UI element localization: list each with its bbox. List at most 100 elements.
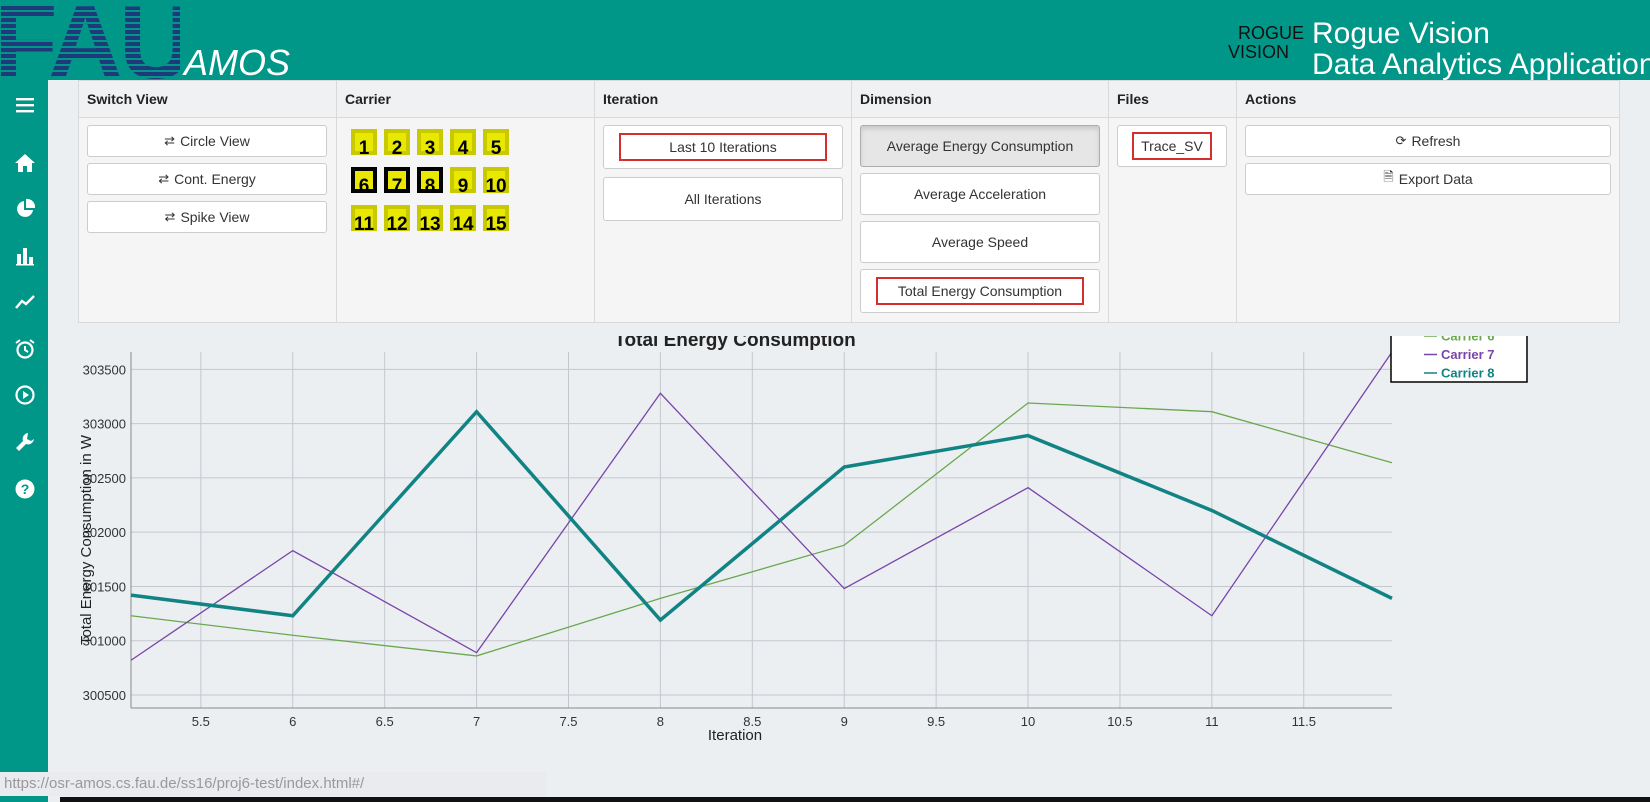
- rv-logo-top: ROGUE: [1238, 23, 1304, 43]
- carrier-label: 4: [457, 138, 469, 159]
- carrier-4-toggle[interactable]: 4: [450, 129, 476, 159]
- rogue-vision-logo: ROGUE VISION: [1228, 23, 1304, 62]
- bottom-bar: [60, 797, 1650, 802]
- series-line-carrier-6: [130, 402, 1393, 657]
- carrier-column: Carrier 1 2 3 4 5 6 7 8 9 10 11 12 13 14 15: [337, 81, 595, 322]
- y-tick-label: 300500: [83, 688, 126, 703]
- swap-icon: ⇄: [164, 209, 176, 224]
- carrier-8-toggle[interactable]: 8: [417, 167, 443, 197]
- y-tick-label: 303500: [83, 362, 126, 377]
- app-title-line1: Rogue Vision: [1312, 17, 1490, 50]
- actions-column: Actions ⟳ Refresh 🗎 Export Data: [1237, 81, 1619, 322]
- wrench-icon[interactable]: [12, 429, 38, 455]
- x-tick-label: 7.5: [559, 714, 577, 729]
- total-energy-consumption-button[interactable]: Total Energy Consumption: [860, 269, 1100, 313]
- carrier-15-toggle[interactable]: 15: [483, 205, 509, 235]
- carrier-1-toggle[interactable]: 1: [351, 129, 377, 159]
- y-axis-label: Total Energy Consumption in W: [78, 434, 95, 645]
- carrier-9-toggle[interactable]: 9: [450, 167, 476, 197]
- chart-title: Total Energy Consumption: [614, 336, 855, 351]
- actions-heading: Actions: [1237, 81, 1619, 118]
- legend-label: Carrier 7: [1441, 347, 1494, 362]
- series-line-carrier-8: [130, 409, 1393, 623]
- rv-logo-bottom: VISION: [1228, 42, 1289, 62]
- carrier-label: 1: [358, 138, 370, 159]
- home-icon[interactable]: [12, 150, 38, 176]
- help-icon[interactable]: ?: [12, 476, 38, 502]
- x-tick-label: 9: [841, 714, 848, 729]
- files-column: Files Trace_SV: [1109, 81, 1237, 322]
- refresh-button[interactable]: ⟳ Refresh: [1245, 125, 1611, 157]
- circle-view-button[interactable]: ⇄ Circle View: [87, 125, 327, 157]
- dimension-column: Dimension Average Energy Consumption Ave…: [852, 81, 1109, 322]
- all-iterations-button[interactable]: All Iterations: [603, 177, 843, 221]
- legend-label: Carrier 8: [1441, 366, 1494, 381]
- dimension-heading: Dimension: [852, 81, 1108, 118]
- carrier-label: 8: [424, 176, 436, 197]
- switch-view-heading: Switch View: [79, 81, 336, 118]
- last-10-iterations-button[interactable]: Last 10 Iterations: [603, 125, 843, 169]
- pie-chart-icon[interactable]: [12, 196, 38, 222]
- carrier-label: 11: [353, 214, 375, 235]
- fau-logo: FAU: [0, 0, 180, 80]
- spike-view-button[interactable]: ⇄ Spike View: [87, 201, 327, 233]
- x-tick-label: 10: [1021, 714, 1035, 729]
- svg-text:?: ?: [21, 481, 30, 497]
- carrier-2-toggle[interactable]: 2: [384, 129, 410, 159]
- carrier-label: 9: [457, 176, 469, 197]
- carrier-7-toggle[interactable]: 7: [384, 167, 410, 197]
- avg-acceleration-button[interactable]: Average Acceleration: [860, 173, 1100, 215]
- x-tick-label: 6: [289, 714, 296, 729]
- cont-energy-button[interactable]: ⇄ Cont. Energy: [87, 163, 327, 195]
- legend-label: Carrier 6: [1441, 336, 1494, 344]
- carrier-10-toggle[interactable]: 10: [483, 167, 509, 197]
- carrier-heading: Carrier: [337, 81, 594, 118]
- x-tick-label: 5.5: [192, 714, 210, 729]
- app-title-line2: Data Analytics Application: [1312, 48, 1650, 81]
- carrier-11-toggle[interactable]: 11: [351, 205, 377, 235]
- y-tick-label: 303000: [83, 417, 126, 432]
- iteration-column: Iteration Last 10 Iterations All Iterati…: [595, 81, 852, 322]
- x-tick-label: 7: [473, 714, 480, 729]
- carrier-label: 15: [485, 214, 507, 235]
- sidebar: ?: [0, 80, 48, 802]
- carrier-label: 10: [485, 176, 507, 197]
- carrier-3-toggle[interactable]: 3: [417, 129, 443, 159]
- carrier-label: 2: [391, 138, 403, 159]
- switch-view-column: Switch View ⇄ Circle View ⇄ Cont. Energy ⇄…: [79, 81, 337, 322]
- x-tick-label: 8: [657, 714, 664, 729]
- swap-icon: ⇄: [164, 133, 176, 148]
- x-axis-label: Iteration: [708, 727, 762, 744]
- carrier-12-toggle[interactable]: 12: [384, 205, 410, 235]
- x-tick-label: 10.5: [1107, 714, 1132, 729]
- carrier-5-toggle[interactable]: 5: [483, 129, 509, 159]
- x-tick-label: 11.5: [1292, 714, 1316, 729]
- carrier-14-toggle[interactable]: 14: [450, 205, 476, 234]
- avg-speed-button[interactable]: Average Speed: [860, 221, 1100, 263]
- line-chart-icon[interactable]: [12, 289, 38, 315]
- energy-chart: 5.5 6 6.5 7 7.5 8 8.5 9 9.5 10 10.5 11 11.5300500301…: [78, 336, 1528, 744]
- app-title: Rogue Vision Data Analytics Application: [1312, 18, 1650, 80]
- export-file-icon: 🗎: [1383, 169, 1394, 184]
- export-data-button[interactable]: 🗎 Export Data: [1245, 163, 1611, 195]
- carrier-label: 3: [424, 138, 436, 159]
- avg-energy-consumption-button[interactable]: Average Energy Consumption: [860, 125, 1100, 167]
- carrier-label: 7: [391, 176, 403, 197]
- menu-icon[interactable]: [12, 92, 38, 118]
- carrier-13-toggle[interactable]: 13: [417, 205, 443, 235]
- carrier-6-toggle[interactable]: 6: [351, 167, 377, 196]
- iteration-heading: Iteration: [595, 81, 851, 118]
- bar-chart-icon[interactable]: [12, 243, 38, 269]
- carrier-label: 5: [490, 138, 502, 159]
- trace-sv-button[interactable]: Trace_SV: [1117, 125, 1227, 167]
- refresh-icon: ⟳: [1395, 133, 1407, 148]
- files-heading: Files: [1109, 81, 1236, 118]
- app-header: FAU AMOS ROGUE VISION Rogue Vision Data …: [0, 0, 1650, 83]
- play-circle-icon[interactable]: [12, 382, 38, 408]
- swap-icon: ⇄: [158, 171, 170, 186]
- amos-label: AMOS: [184, 42, 291, 83]
- alarm-clock-icon[interactable]: [12, 336, 38, 362]
- carrier-label: 12: [386, 214, 408, 235]
- carrier-label: 13: [419, 214, 441, 235]
- control-panel: Switch View ⇄ Circle View ⇄ Cont. Energy ⇄…: [78, 80, 1620, 323]
